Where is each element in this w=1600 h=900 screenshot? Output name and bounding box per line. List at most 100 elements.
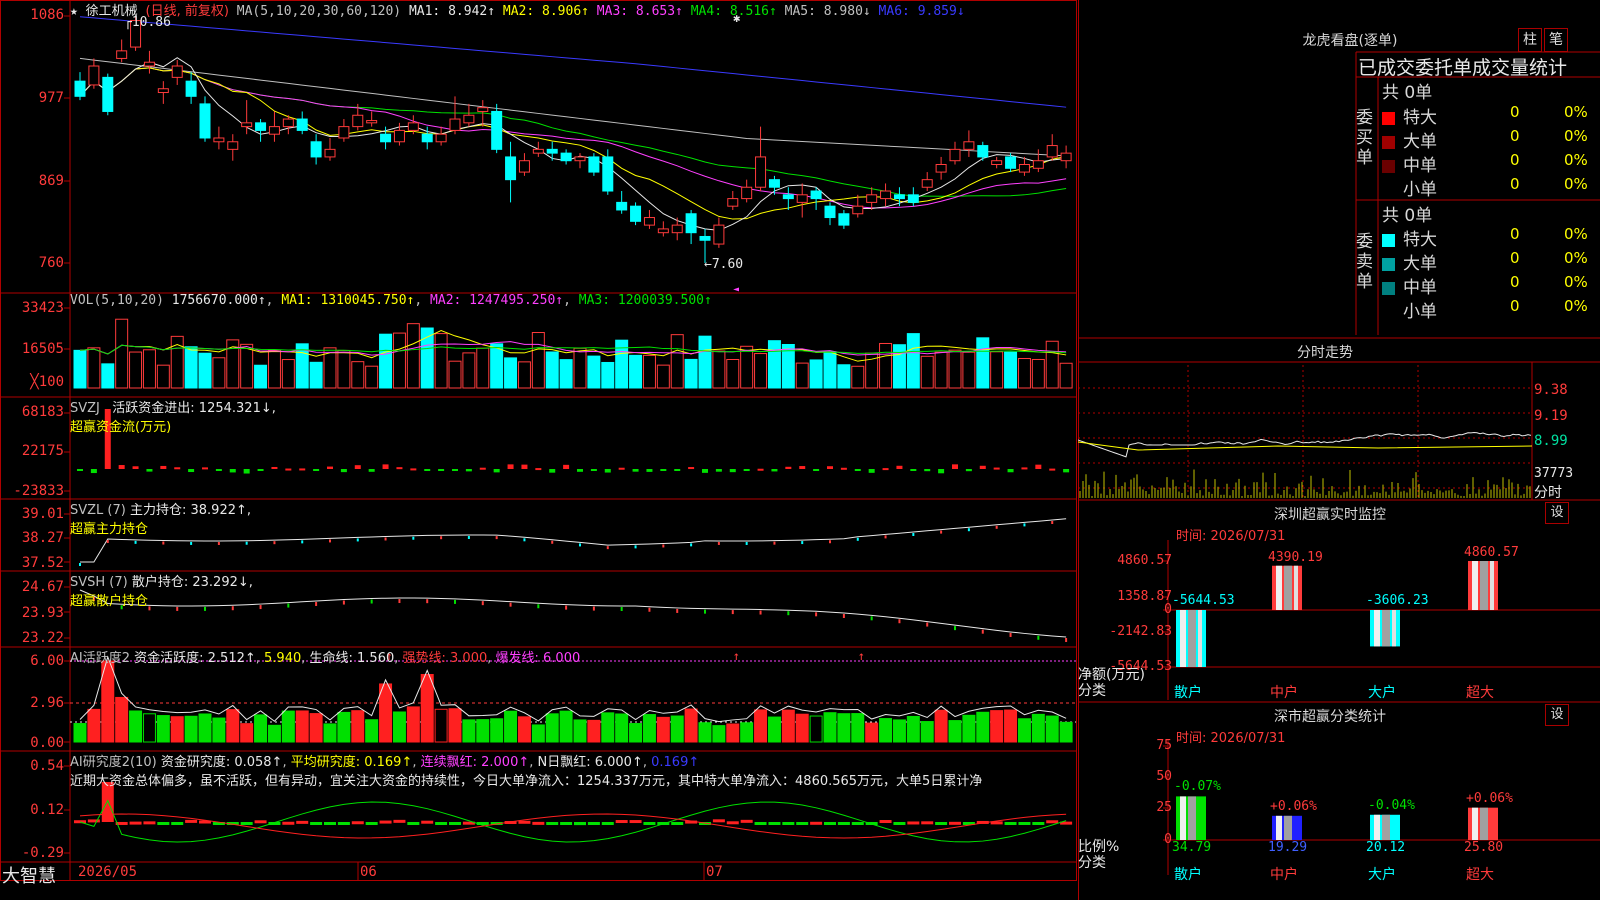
- sz-monitor-settings-button[interactable]: 设: [1545, 502, 1569, 524]
- candle: [199, 103, 211, 139]
- vol-bar: [254, 364, 268, 389]
- ai-active-bar: [670, 715, 684, 743]
- brand-logo: 大智慧: [2, 866, 56, 887]
- period-label[interactable]: (日线, 前复权): [146, 4, 229, 19]
- candle: [282, 118, 294, 128]
- svzj-bar: [271, 466, 278, 469]
- svzl-dot: [245, 541, 248, 545]
- svzl-dot: [662, 544, 665, 548]
- svzl-header: SVZL (7) 主力持仓: 38.922↑, 超赢主力持仓: [70, 503, 252, 537]
- ai-active-bar: [545, 713, 559, 743]
- svsh-dot: [870, 616, 873, 621]
- svsh-dot: [731, 610, 734, 615]
- ai-research-bar: [810, 821, 823, 825]
- vol-current: 1756670.000↑: [171, 293, 266, 308]
- tab-bar[interactable]: 柱: [1518, 28, 1542, 52]
- svzl-dot: [495, 536, 498, 540]
- vol-ma3: MA3: 1200039.500↑: [578, 293, 712, 308]
- intraday-title: 分时走势: [1297, 345, 1353, 361]
- candle: [907, 194, 919, 203]
- ai-research-bar: [393, 819, 406, 823]
- vol-bar: [906, 333, 920, 389]
- ai-active-bar: [212, 717, 226, 743]
- ai-research-bar: [379, 820, 392, 824]
- vol-bar: [823, 351, 837, 389]
- candle: [741, 186, 753, 200]
- sell-color-swatch: [1382, 281, 1395, 295]
- svzj-bar: [507, 464, 514, 469]
- ai-research-bar: [310, 822, 323, 825]
- svzl-axis-label: 37.52: [21, 555, 64, 571]
- vol-axis-label: 33423: [21, 300, 64, 316]
- candle: [657, 228, 669, 234]
- candle: [616, 201, 628, 211]
- mon-bar: [1272, 565, 1302, 610]
- svzl-dot: [273, 541, 276, 545]
- candle: [699, 235, 711, 241]
- candle: [227, 141, 239, 150]
- vol-bar: [73, 349, 87, 389]
- svzj-bar: [90, 469, 97, 474]
- ai-active-bar: [559, 710, 573, 743]
- buy-pct: 0%: [1564, 103, 1588, 121]
- ai-research-bar: [157, 822, 170, 825]
- candle: [310, 141, 322, 158]
- cls-value-label: 34.79: [1172, 840, 1212, 855]
- vol-bar: [962, 351, 976, 389]
- ma-group: MA(5,10,20,30,60,120): [236, 4, 402, 19]
- ai-research-bar: [587, 822, 600, 825]
- cls-bar: [1272, 815, 1302, 840]
- buy-count: 0: [1510, 127, 1520, 145]
- svzj-bar: [299, 468, 306, 471]
- candle: [782, 194, 794, 200]
- svzl-dot: [523, 538, 526, 542]
- svzl-dot: [717, 541, 720, 545]
- svzj-header: SVZJ 活跃资金进出: 1254.321↓, 超赢资金流(万元): [70, 401, 276, 435]
- intraday-price-line: [1078, 431, 1532, 458]
- svsh-dot: [842, 614, 845, 619]
- price-axis-label: 977: [38, 90, 64, 106]
- sell-pct: 0%: [1564, 225, 1588, 243]
- ai-active-bar: [115, 696, 129, 743]
- svzj-bar: [563, 464, 570, 469]
- svsh-dot: [926, 622, 929, 627]
- star-icon[interactable]: ★: [70, 4, 78, 19]
- candle: [810, 190, 822, 200]
- svzl-axis-label: 38.27: [21, 530, 64, 546]
- ai-signal-arrow: ↑: [733, 649, 740, 663]
- ai-research-bar: [949, 821, 961, 825]
- svzj-bar: [896, 465, 903, 469]
- svzj-bar: [979, 465, 986, 469]
- ai-research-bar: [324, 822, 336, 825]
- vol-bar: [642, 354, 656, 389]
- ai-research-bar: [935, 822, 948, 825]
- svzj-bar: [410, 468, 417, 471]
- mon-bar: [1370, 610, 1400, 647]
- buy-count: 0: [1510, 151, 1520, 169]
- ai-active-bar: [837, 713, 851, 743]
- candle: [88, 65, 100, 86]
- mon-ylabel: 净额(万元) 分类: [1078, 667, 1145, 699]
- svzj-bar: [854, 469, 861, 471]
- sell-label: 小单: [1403, 302, 1437, 322]
- vol-bar: [448, 360, 462, 389]
- sz-class-settings-button[interactable]: 设: [1545, 704, 1569, 726]
- vol-bar: [684, 358, 698, 389]
- ai-research-axis-label: 0.12: [30, 802, 64, 818]
- svsh-dot: [704, 609, 706, 614]
- svzl-dot: [356, 538, 359, 542]
- svzj-bar: [715, 469, 722, 472]
- buy-pct: 0%: [1564, 127, 1588, 145]
- candle: [768, 179, 780, 188]
- svsh-dot: [342, 600, 345, 605]
- mon-bar: [1176, 610, 1206, 667]
- ai-active-bar: [267, 724, 281, 743]
- ai-active-bar: [462, 719, 476, 743]
- vol-axis-label: 16505: [21, 341, 64, 357]
- mon-axis-label: 0: [1164, 602, 1172, 617]
- tab-tick[interactable]: 笔: [1544, 28, 1568, 52]
- ai-research-bar: [1018, 822, 1031, 825]
- vol-bar: [767, 340, 781, 389]
- buy-row: 大单 0 0%: [1382, 127, 1600, 152]
- buy-side-label: 委买单: [1356, 108, 1373, 168]
